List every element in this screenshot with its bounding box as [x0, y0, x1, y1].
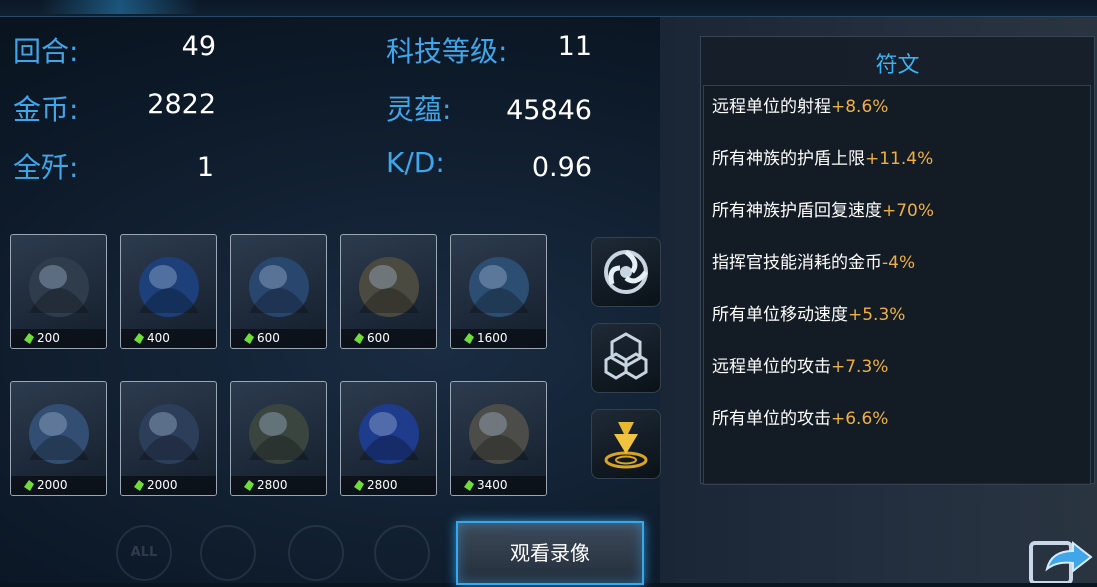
unit-cost-value: 2000 — [147, 478, 178, 492]
gold-label: 金币: — [13, 93, 79, 126]
spirit-label: 灵蕴: — [386, 93, 452, 126]
unit-cost-value: 2000 — [37, 478, 68, 492]
unit-cost-value: 3400 — [477, 478, 508, 492]
gold-value: 2822 — [147, 89, 216, 120]
unit-portrait — [239, 243, 318, 323]
unit-portrait — [349, 243, 428, 323]
filter-faction-2-icon — [288, 525, 344, 581]
rune-panel: 符文 远程单位的射程+8.6% 所有神族的护盾上限+11.4% 所有神族护盾回复… — [700, 36, 1095, 485]
unit-cost-value: 400 — [147, 331, 170, 345]
filter-all-icon: ALL — [116, 525, 172, 581]
kills-value: 1 — [196, 152, 214, 183]
rune-item: 所有单位的攻击+6.6% — [712, 409, 889, 429]
gem-icon — [464, 480, 474, 491]
unit-cost: 600 — [341, 329, 436, 348]
kd-label: K/D: — [386, 146, 445, 179]
unit-card[interactable]: 2000 — [10, 381, 107, 496]
unit-cost: 600 — [231, 329, 326, 348]
unit-cost: 2000 — [121, 476, 216, 495]
unit-portrait — [19, 243, 98, 323]
spirit-value: 45846 — [506, 95, 592, 126]
gem-icon — [24, 333, 34, 344]
unit-portrait — [239, 390, 318, 470]
gem-icon — [244, 333, 254, 344]
watch-replay-button[interactable]: 观看录像 — [456, 521, 644, 585]
unit-portrait — [349, 390, 428, 470]
tech-value: 11 — [557, 31, 592, 62]
top-bar — [0, 0, 1097, 17]
gem-icon — [244, 480, 254, 491]
unit-cost: 2800 — [341, 476, 436, 495]
drop-target-skill-icon[interactable] — [591, 409, 661, 479]
tech-label: 科技等级: — [386, 35, 508, 68]
kills-label: 全歼: — [13, 151, 79, 184]
hexagon-shield-skill-icon[interactable] — [591, 323, 661, 393]
unit-cost: 3400 — [451, 476, 546, 495]
unit-portrait — [459, 390, 538, 470]
unit-cost: 2800 — [231, 476, 326, 495]
gem-icon — [134, 480, 144, 491]
filter-faction-3-icon — [374, 525, 430, 581]
rune-item: 所有单位移动速度+5.3% — [712, 305, 906, 325]
unit-cost-value: 200 — [37, 331, 60, 345]
gem-icon — [354, 333, 364, 344]
kd-value: 0.96 — [531, 152, 592, 183]
unit-card[interactable]: 1600 — [450, 234, 547, 349]
unit-card[interactable]: 600 — [230, 234, 327, 349]
unit-card[interactable]: 600 — [340, 234, 437, 349]
rune-item: 指挥官技能消耗的金币-4% — [712, 253, 916, 273]
round-label: 回合: — [13, 35, 79, 68]
unit-cost: 2000 — [11, 476, 106, 495]
rune-title: 符文 — [875, 53, 920, 78]
rune-item: 所有神族护盾回复速度+70% — [712, 201, 935, 221]
unit-portrait — [129, 243, 208, 323]
rune-item: 远程单位的攻击+7.3% — [712, 357, 889, 377]
gem-icon — [354, 480, 364, 491]
unit-card[interactable]: 400 — [120, 234, 217, 349]
share-icon[interactable] — [1027, 535, 1097, 585]
rune-item: 所有神族的护盾上限+11.4% — [712, 149, 934, 169]
unit-portrait — [459, 243, 538, 323]
unit-cost-value: 600 — [257, 331, 280, 345]
unit-card[interactable]: 200 — [10, 234, 107, 349]
gem-icon — [24, 480, 34, 491]
unit-portrait — [19, 390, 98, 470]
round-value: 49 — [181, 31, 216, 62]
rune-item: 远程单位的射程+8.6% — [712, 97, 889, 117]
unit-card[interactable]: 3400 — [450, 381, 547, 496]
unit-cost-value: 2800 — [257, 478, 288, 492]
unit-cost-value: 2800 — [367, 478, 398, 492]
swirl-skill-icon[interactable] — [591, 237, 661, 307]
gem-icon — [134, 333, 144, 344]
gem-icon — [464, 333, 474, 344]
unit-cost-value: 1600 — [477, 331, 508, 345]
unit-portrait — [129, 390, 208, 470]
unit-card[interactable]: 2000 — [120, 381, 217, 496]
unit-cost: 200 — [11, 329, 106, 348]
rune-list[interactable]: 远程单位的射程+8.6% 所有神族的护盾上限+11.4% 所有神族护盾回复速度+… — [703, 85, 1091, 485]
unit-cost: 400 — [121, 329, 216, 348]
unit-card[interactable]: 2800 — [230, 381, 327, 496]
unit-cost: 1600 — [451, 329, 546, 348]
unit-card[interactable]: 2800 — [340, 381, 437, 496]
filter-faction-1-icon — [200, 525, 256, 581]
unit-cost-value: 600 — [367, 331, 390, 345]
